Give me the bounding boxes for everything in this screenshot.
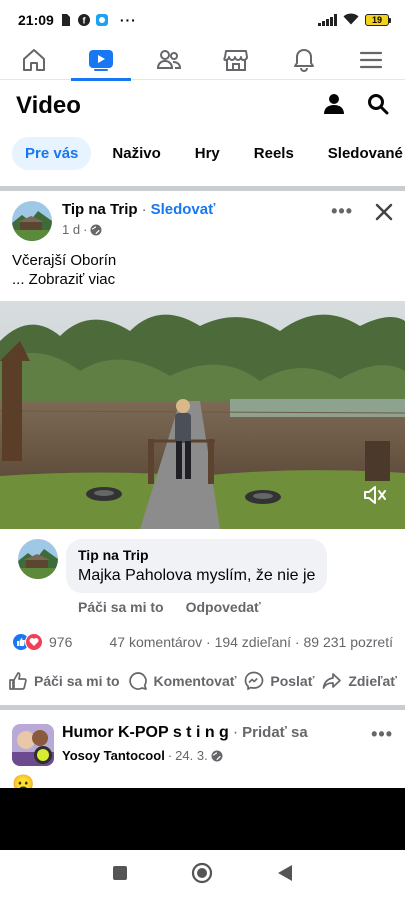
reactions-summary[interactable]: 976	[12, 633, 72, 651]
tab-live[interactable]: Naživo	[99, 137, 173, 170]
home-button[interactable]	[191, 862, 213, 889]
post-header: Tip na Trip · Sledovať 1 d · •••	[0, 191, 405, 241]
home-icon	[22, 48, 45, 71]
search-button[interactable]	[367, 93, 389, 120]
comment-reply-button[interactable]: Odpovedať	[186, 599, 261, 615]
post-text-line: Včerajší Oborín	[12, 252, 117, 269]
see-more-link[interactable]: ... Zobraziť viac	[12, 270, 393, 289]
group-name[interactable]: Humor K-POP s t i n g	[62, 724, 229, 742]
page-title: Video	[16, 92, 81, 119]
comment-label: Komentovať	[153, 673, 237, 689]
comment-icon	[128, 672, 147, 690]
profile-button[interactable]	[323, 93, 345, 120]
globe-icon	[211, 750, 223, 761]
nav-friends[interactable]	[139, 40, 199, 80]
post-text: Včerajší Oborín ... Zobraziť viac	[0, 241, 405, 289]
close-icon[interactable]	[375, 203, 393, 221]
post2-header: Humor K-POP s t i n g · Pridať sa Yosoy …	[0, 710, 405, 766]
like-button[interactable]: Páči sa mi to	[8, 671, 120, 691]
commenter-avatar[interactable]	[18, 539, 58, 579]
comment-text: Majka Paholova myslím, že nie je	[78, 567, 316, 584]
send-button[interactable]: Poslať	[244, 671, 314, 691]
video-play-icon	[89, 49, 114, 71]
thumbs-up-icon	[9, 672, 27, 690]
comment: Tip na Trip Majka Paholova myslím, že ni…	[0, 529, 405, 593]
status-time: 21:09	[18, 12, 54, 28]
nav-home[interactable]	[4, 40, 64, 80]
comment-actions: Páči sa mi to Odpovedať	[0, 593, 405, 615]
recent-apps-button[interactable]	[112, 865, 128, 886]
share-icon	[322, 673, 342, 689]
post-author[interactable]: Tip na Trip	[62, 201, 138, 218]
search-icon	[368, 93, 389, 114]
square-icon	[112, 865, 127, 880]
nav-menu[interactable]	[341, 40, 401, 80]
tab-gaming[interactable]: Hry	[182, 137, 233, 170]
post-options-icon[interactable]: •••	[331, 201, 353, 222]
friends-icon	[156, 49, 181, 69]
messenger-icon	[245, 671, 264, 691]
post2-date[interactable]: 24. 3.	[175, 748, 208, 763]
title-separator: ·	[141, 201, 147, 218]
hamburger-menu-icon	[360, 51, 383, 68]
volume-muted-icon	[364, 486, 386, 504]
comment-button[interactable]: Komentovať	[128, 671, 237, 691]
sim-icon	[60, 14, 72, 26]
group-avatar[interactable]	[12, 724, 54, 766]
circle-icon	[192, 862, 213, 883]
comment-like-button[interactable]: Páči sa mi to	[78, 599, 164, 615]
mute-button[interactable]	[363, 484, 387, 511]
title-separator: ·	[232, 724, 239, 741]
person-icon	[324, 93, 344, 114]
back-triangle-icon	[278, 864, 293, 881]
video-header: Video	[0, 82, 405, 130]
wifi-icon	[343, 12, 359, 28]
bell-icon	[293, 48, 314, 72]
more-notifications-icon: ···	[119, 12, 137, 28]
video-thumbnail	[0, 301, 405, 529]
post-stats: 976 47 komentárov · 194 zdieľaní · 89 23…	[0, 633, 405, 651]
post-actions: Páči sa mi to Komentovať Poslať Zdieľať	[0, 671, 405, 691]
signal-icon	[318, 14, 337, 26]
video-player[interactable]	[0, 301, 405, 529]
globe-icon	[90, 224, 102, 235]
nav-marketplace[interactable]	[206, 40, 266, 80]
status-bar: 21:09 f ··· 19	[0, 0, 405, 40]
tab-following[interactable]: Sledované	[315, 137, 405, 170]
post2-options-icon[interactable]: •••	[371, 724, 393, 745]
tab-reels[interactable]: Reels	[241, 137, 307, 170]
back-button[interactable]	[277, 864, 293, 887]
share-label: Zdieľať	[348, 673, 397, 689]
comment-author[interactable]: Tip na Trip	[78, 547, 315, 563]
like-label: Páči sa mi to	[34, 673, 120, 689]
send-label: Poslať	[270, 673, 315, 689]
page-avatar[interactable]	[12, 201, 52, 241]
post-time[interactable]: 1 d	[62, 222, 80, 237]
follow-button[interactable]: Sledovať	[151, 201, 216, 218]
nav-video[interactable]	[71, 40, 132, 81]
stats-summary[interactable]: 47 komentárov · 194 zdieľaní · 89 231 po…	[110, 634, 393, 650]
share-button[interactable]: Zdieľať	[322, 671, 397, 691]
system-nav-bar	[0, 850, 405, 900]
video-area[interactable]	[0, 788, 405, 850]
comment-bubble: Tip na Trip Majka Paholova myslím, že ni…	[66, 539, 328, 593]
messenger-notification-icon	[95, 14, 108, 26]
post2-author[interactable]: Yosoy Tantocool	[62, 748, 165, 763]
tab-for-you[interactable]: Pre vás	[12, 136, 92, 170]
marketplace-icon	[223, 49, 249, 71]
reactions-count: 976	[49, 634, 73, 650]
nav-notifications[interactable]	[274, 40, 334, 80]
facebook-notification-icon: f	[77, 14, 90, 26]
top-nav	[0, 40, 405, 81]
battery-icon: 19	[365, 14, 391, 26]
join-group-button[interactable]: Pridať sa	[242, 724, 308, 741]
love-reaction-icon	[25, 633, 43, 651]
video-tabs: Pre vás Naživo Hry Reels Sledované	[0, 132, 405, 174]
